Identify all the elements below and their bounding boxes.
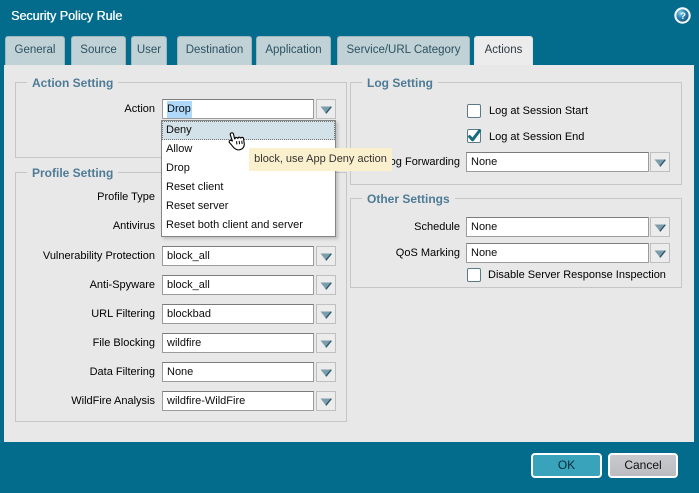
svg-text:?: ?	[680, 11, 686, 22]
